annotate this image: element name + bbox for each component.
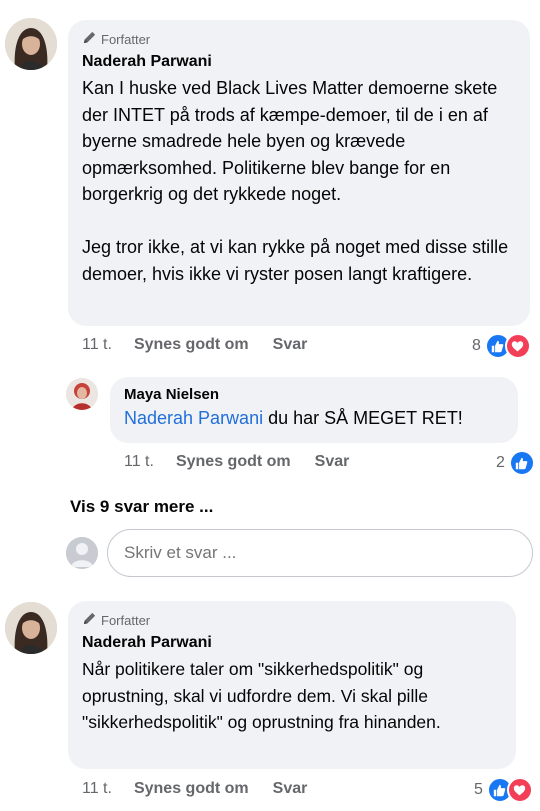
- reply-avatar[interactable]: [66, 378, 98, 410]
- reply-reply-button[interactable]: Svar: [315, 453, 350, 471]
- reply-author[interactable]: Maya Nielsen: [124, 386, 504, 403]
- author-badge: Forfatter: [82, 30, 516, 48]
- reply-input-container: [107, 529, 533, 577]
- pencil-icon: [82, 611, 97, 629]
- comment-bubble: Forfatter Naderah Parwani Når politikere…: [68, 601, 516, 769]
- reply-reaction-summary[interactable]: 2: [496, 450, 535, 476]
- view-more-replies-link[interactable]: Vis 9 svar mere ...: [70, 497, 213, 517]
- author-avatar[interactable]: [5, 602, 57, 654]
- comment-time[interactable]: 11 t.: [82, 336, 112, 354]
- reply-body: du har SÅ MEGET RET!: [263, 408, 463, 428]
- comment-author[interactable]: Naderah Parwani: [82, 634, 502, 652]
- comment-bubble: Forfatter Naderah Parwani Kan I huske ve…: [68, 20, 530, 326]
- comment-actions: 11 t. Synes godt om Svar: [82, 780, 331, 798]
- reply-reaction-count: 2: [496, 454, 505, 471]
- author-badge-label: Forfatter: [101, 31, 151, 47]
- reply-button[interactable]: Svar: [273, 780, 308, 798]
- heart-icon: [504, 333, 531, 359]
- reply-bubble: Maya Nielsen Naderah Parwani du har SÅ M…: [110, 377, 518, 443]
- reply-actions: 11 t. Synes godt om Svar: [124, 453, 373, 471]
- comment-time[interactable]: 11 t.: [82, 780, 112, 798]
- thumbs-up-icon: [508, 450, 535, 476]
- reply-like-button[interactable]: Synes godt om: [176, 453, 291, 471]
- reply-input[interactable]: [122, 542, 518, 564]
- current-user-avatar: [66, 537, 98, 569]
- heart-icon: [506, 777, 533, 803]
- reaction-summary[interactable]: 8: [472, 333, 531, 359]
- reaction-summary[interactable]: 5: [474, 777, 533, 803]
- like-button[interactable]: Synes godt om: [134, 780, 249, 798]
- author-avatar[interactable]: [5, 18, 57, 70]
- comment-author[interactable]: Naderah Parwani: [82, 53, 516, 71]
- comment-actions: 11 t. Synes godt om Svar: [82, 336, 331, 354]
- reaction-count: 5: [474, 781, 483, 798]
- author-badge-label: Forfatter: [101, 612, 151, 628]
- like-button[interactable]: Synes godt om: [134, 336, 249, 354]
- mention-link[interactable]: Naderah Parwani: [124, 408, 263, 428]
- author-badge: Forfatter: [82, 611, 502, 629]
- reply-time[interactable]: 11 t.: [124, 453, 154, 471]
- comment-text: Når politikere taler om "sikkerhedspolit…: [82, 659, 441, 732]
- reply-button[interactable]: Svar: [273, 336, 308, 354]
- reaction-count: 8: [472, 337, 481, 354]
- pencil-icon: [82, 30, 97, 48]
- reply-text: Naderah Parwani du har SÅ MEGET RET!: [124, 405, 504, 431]
- comment-text: Kan I huske ved Black Lives Matter demoe…: [82, 78, 509, 284]
